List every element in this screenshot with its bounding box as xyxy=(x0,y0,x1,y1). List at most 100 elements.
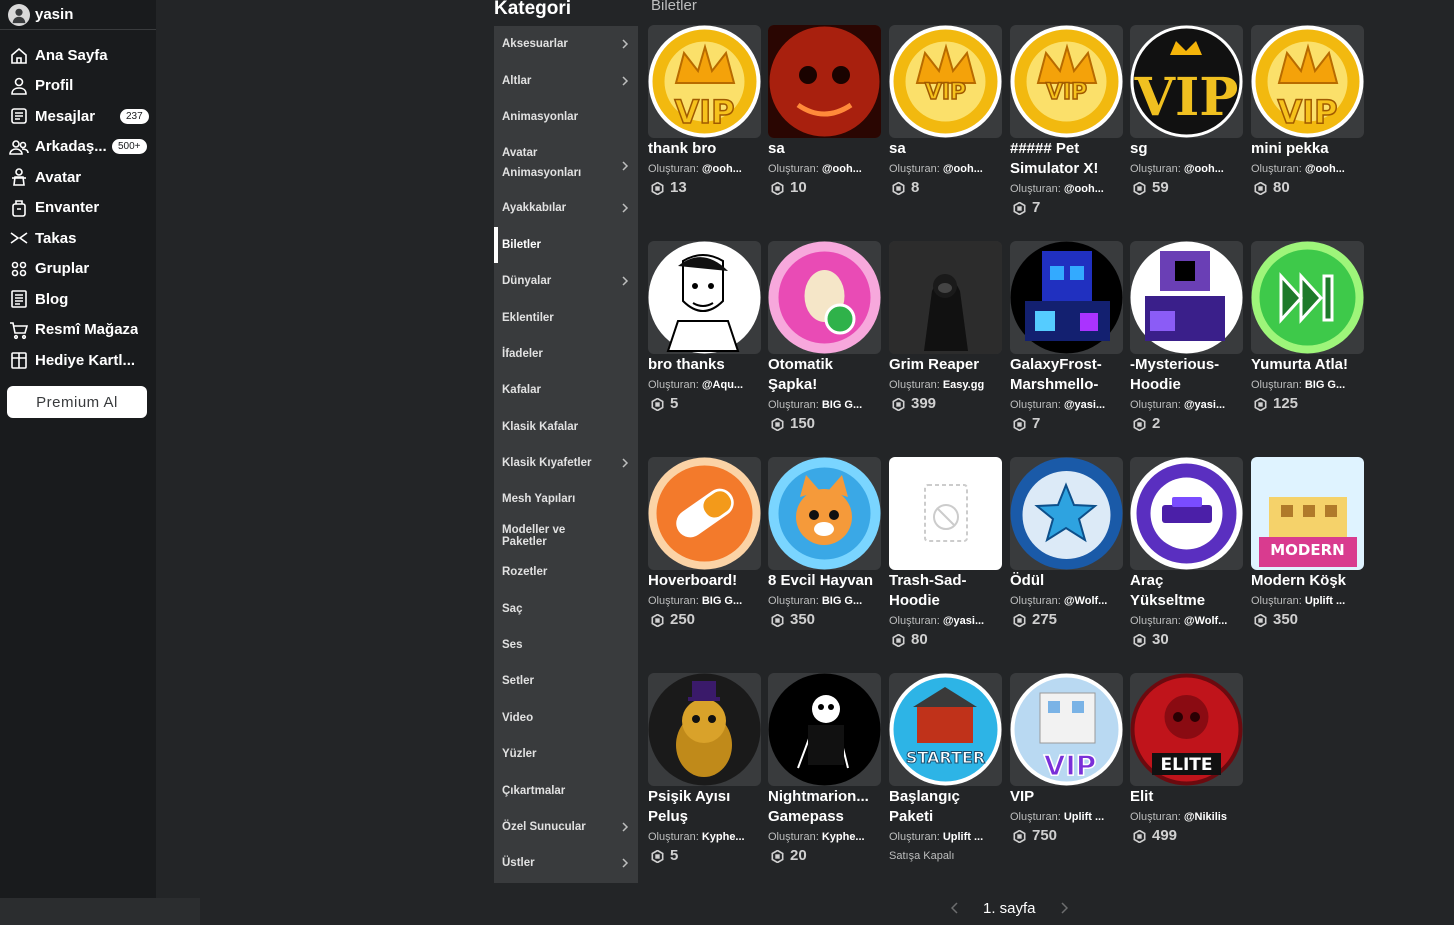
item-card[interactable]: Trash-Sad-Hoodie Oluşturan: @yasi... 80 xyxy=(889,457,1003,649)
item-thumbnail[interactable] xyxy=(1010,241,1123,354)
item-card[interactable]: VIP VIP Oluşturan: Uplift ... 750 xyxy=(1010,673,1124,845)
nav-item-giftcard[interactable]: Hediye Kartl... xyxy=(0,345,156,376)
category-item[interactable]: Avatar Animasyonları xyxy=(494,135,638,190)
item-name[interactable]: Yumurta Atla! xyxy=(1251,355,1361,375)
item-card[interactable]: sa Oluşturan: @ooh... 10 xyxy=(768,25,882,197)
item-name[interactable]: Modern Köşk xyxy=(1251,571,1361,591)
category-item[interactable]: İfadeler xyxy=(494,336,638,372)
category-item[interactable]: Ses xyxy=(494,627,638,663)
next-page-button[interactable] xyxy=(1056,898,1072,918)
category-item[interactable]: Setler xyxy=(494,663,638,699)
category-item[interactable]: Üstler xyxy=(494,845,638,881)
item-card[interactable]: VIP mini pekka Oluşturan: @ooh... 80 xyxy=(1251,25,1365,197)
category-item[interactable]: Klasik Kıyafetler xyxy=(494,445,638,481)
item-thumbnail[interactable] xyxy=(768,673,881,786)
category-item[interactable]: Kafalar xyxy=(494,372,638,408)
item-thumbnail[interactable] xyxy=(889,457,1002,570)
item-creator[interactable]: Oluşturan: @ooh... xyxy=(889,159,999,179)
item-name[interactable]: Nightmarion... Gamepass xyxy=(768,787,878,827)
premium-button[interactable]: Premium Al xyxy=(7,386,147,418)
category-item[interactable]: Video xyxy=(494,700,638,736)
nav-item-inventory[interactable]: Envanter xyxy=(0,193,156,224)
item-thumbnail[interactable]: VIP xyxy=(1130,25,1243,138)
item-creator[interactable]: Oluşturan: BIG G... xyxy=(768,395,878,415)
item-name[interactable]: Otomatik Şapka! xyxy=(768,355,878,395)
item-creator[interactable]: Oluşturan: @Nikilis xyxy=(1130,807,1240,827)
item-creator[interactable]: Oluşturan: @Wolf... xyxy=(1010,591,1120,611)
item-card[interactable]: Yumurta Atla! Oluşturan: BIG G... 125 xyxy=(1251,241,1365,413)
item-creator[interactable]: Oluşturan: @Aqu... xyxy=(648,375,758,395)
item-name[interactable]: mini pekka xyxy=(1251,139,1361,159)
item-thumbnail[interactable] xyxy=(648,241,761,354)
item-name[interactable]: Araç Yükseltme xyxy=(1130,571,1240,611)
nav-item-avatar[interactable]: Avatar xyxy=(0,162,156,193)
item-name[interactable]: sa xyxy=(889,139,999,159)
user-profile-link[interactable]: yasin xyxy=(0,0,156,30)
nav-item-home[interactable]: Ana Sayfa xyxy=(0,40,156,71)
item-creator[interactable]: Oluşturan: @ooh... xyxy=(1010,179,1120,199)
category-item[interactable]: Eklentiler xyxy=(494,299,638,335)
item-creator[interactable]: Oluşturan: @ooh... xyxy=(1251,159,1361,179)
item-card[interactable]: Nightmarion... Gamepass Oluşturan: Kyphe.… xyxy=(768,673,882,865)
item-card[interactable]: Grim Reaper Oluşturan: Easy.gg 399 xyxy=(889,241,1003,413)
nav-item-trade[interactable]: Takas xyxy=(0,223,156,254)
category-item[interactable]: Mesh Yapıları xyxy=(494,481,638,517)
category-item[interactable]: Biletler xyxy=(494,226,638,263)
item-card[interactable]: -Mysterious-Hoodie Oluşturan: @yasi... 2 xyxy=(1130,241,1244,433)
item-card[interactable]: Araç Yükseltme Oluşturan: @Wolf... 30 xyxy=(1130,457,1244,649)
item-card[interactable]: Psişik Ayısı Peluş Oluşturan: Kyphe... 5 xyxy=(648,673,762,865)
item-name[interactable]: Başlangıç Paketi xyxy=(889,787,999,827)
item-name[interactable]: Elit xyxy=(1130,787,1240,807)
item-name[interactable]: Psişik Ayısı Peluş xyxy=(648,787,758,827)
item-card[interactable]: ELITE Elit Oluşturan: @Nikilis 499 xyxy=(1130,673,1244,845)
nav-item-messages[interactable]: Mesajlar 237 xyxy=(0,101,156,132)
nav-item-friends[interactable]: Arkadaş... 500+ xyxy=(0,132,156,163)
category-item[interactable]: Modeller ve Paketler xyxy=(494,518,638,554)
item-creator[interactable]: Oluşturan: @yasi... xyxy=(889,611,999,631)
item-thumbnail[interactable]: VIP xyxy=(889,25,1002,138)
item-creator[interactable]: Oluşturan: BIG G... xyxy=(1251,375,1361,395)
item-thumbnail[interactable]: VIP xyxy=(648,25,761,138)
item-thumbnail[interactable] xyxy=(768,25,881,138)
item-thumbnail[interactable]: VIP xyxy=(1010,673,1123,786)
category-item[interactable]: Altlar xyxy=(494,62,638,98)
item-creator[interactable]: Oluşturan: @ooh... xyxy=(648,159,758,179)
item-thumbnail[interactable]: STARTER xyxy=(889,673,1002,786)
item-creator[interactable]: Oluşturan: @Wolf... xyxy=(1130,611,1240,631)
item-name[interactable]: thank bro xyxy=(648,139,758,159)
nav-item-blog[interactable]: Blog xyxy=(0,284,156,315)
item-name[interactable]: sg xyxy=(1130,139,1240,159)
item-name[interactable]: Grim Reaper xyxy=(889,355,999,375)
item-creator[interactable]: Oluşturan: Kyphe... xyxy=(648,827,758,847)
item-creator[interactable]: Oluşturan: Uplift ... xyxy=(889,827,999,847)
item-thumbnail[interactable] xyxy=(1130,241,1243,354)
item-name[interactable]: GalaxyFrost-Marshmello- xyxy=(1010,355,1120,395)
item-creator[interactable]: Oluşturan: @yasi... xyxy=(1130,395,1240,415)
item-card[interactable]: VIP thank bro Oluşturan: @ooh... 13 xyxy=(648,25,762,197)
category-item[interactable]: Animasyonlar xyxy=(494,99,638,135)
item-creator[interactable]: Oluşturan: Uplift ... xyxy=(1010,807,1120,827)
category-item[interactable]: Özel Sunucular xyxy=(494,809,638,845)
item-name[interactable]: Hoverboard! xyxy=(648,571,758,591)
item-thumbnail[interactable] xyxy=(1251,241,1364,354)
item-card[interactable]: Otomatik Şapka! Oluşturan: BIG G... 150 xyxy=(768,241,882,433)
item-card[interactable]: Hoverboard! Oluşturan: BIG G... 250 xyxy=(648,457,762,629)
nav-item-shop[interactable]: Resmî Mağaza xyxy=(0,315,156,346)
item-thumbnail[interactable] xyxy=(648,457,761,570)
item-name[interactable]: sa xyxy=(768,139,878,159)
item-creator[interactable]: Oluşturan: BIG G... xyxy=(768,591,878,611)
item-thumbnail[interactable] xyxy=(648,673,761,786)
item-thumbnail[interactable]: VIP xyxy=(1010,25,1123,138)
category-item[interactable]: Rozetler xyxy=(494,554,638,590)
prev-page-button[interactable] xyxy=(947,898,963,918)
nav-item-groups[interactable]: Gruplar xyxy=(0,254,156,285)
item-name[interactable]: Ödül xyxy=(1010,571,1120,591)
item-thumbnail[interactable] xyxy=(1010,457,1123,570)
category-item[interactable]: Dünyalar xyxy=(494,263,638,299)
item-card[interactable]: MODERN Modern Köşk Oluşturan: Uplift ... 35… xyxy=(1251,457,1365,629)
item-thumbnail[interactable] xyxy=(768,457,881,570)
item-card[interactable]: Ödül Oluşturan: @Wolf... 275 xyxy=(1010,457,1124,629)
item-thumbnail[interactable] xyxy=(889,241,1002,354)
item-creator[interactable]: Oluşturan: BIG G... xyxy=(648,591,758,611)
item-thumbnail[interactable] xyxy=(1130,457,1243,570)
